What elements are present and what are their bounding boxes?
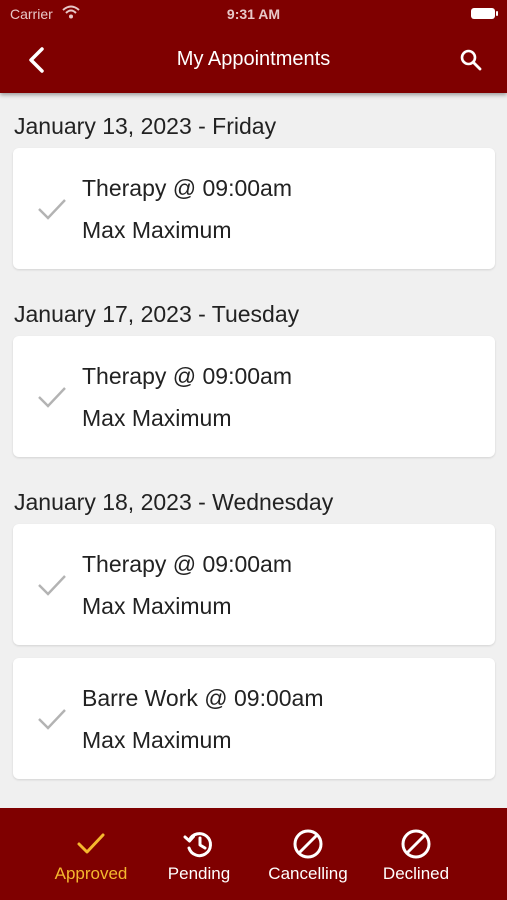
appointment-title: Therapy @ 09:00am xyxy=(82,175,293,201)
client-name: Max Maximum xyxy=(82,593,232,619)
page-title: My Appointments xyxy=(176,48,331,70)
tab-approved[interactable]: Approved xyxy=(36,808,146,900)
date-heading: January 13, 2023 - Friday xyxy=(14,113,277,139)
appointment-title: Therapy @ 09:00am xyxy=(82,363,293,389)
date-heading: January 18, 2023 - Wednesday xyxy=(14,489,334,515)
appointment-card[interactable]: Therapy @ 09:00am Max Maximum xyxy=(13,336,495,457)
tab-cancelling[interactable]: Cancelling xyxy=(253,808,363,900)
search-icon xyxy=(460,49,482,71)
app-header: Carrier 9:31 AM My Appointments xyxy=(0,0,507,93)
date-heading: January 17, 2023 - Tuesday xyxy=(14,301,300,327)
check-icon xyxy=(38,709,66,730)
block-icon xyxy=(293,829,323,859)
appointment-title: Therapy @ 09:00am xyxy=(82,551,293,577)
appointment-card[interactable]: Barre Work @ 09:00am Max Maximum xyxy=(13,658,495,779)
check-icon xyxy=(38,387,66,408)
status-clock: 9:31 AM xyxy=(226,6,281,22)
search-button[interactable] xyxy=(455,44,487,76)
client-name: Max Maximum xyxy=(82,405,232,431)
check-icon xyxy=(38,575,66,596)
tab-declined[interactable]: Declined xyxy=(361,808,471,900)
appointment-card[interactable]: Therapy @ 09:00am Max Maximum xyxy=(13,148,495,269)
appointment-list[interactable]: January 13, 2023 - Friday Therapy @ 09:0… xyxy=(0,93,507,808)
block-icon xyxy=(401,829,431,859)
tab-bar: Approved Pending Cancelling Declined xyxy=(0,808,507,900)
client-name: Max Maximum xyxy=(82,727,232,753)
battery-icon xyxy=(471,8,498,19)
tab-label: Declined xyxy=(382,864,450,883)
tab-label: Cancelling xyxy=(268,864,348,883)
history-icon xyxy=(183,832,212,858)
check-icon xyxy=(38,199,66,220)
tab-pending[interactable]: Pending xyxy=(144,808,254,900)
tab-label: Pending xyxy=(167,864,231,883)
status-bar: Carrier 9:31 AM xyxy=(0,0,507,28)
appointment-card[interactable]: Therapy @ 09:00am Max Maximum xyxy=(13,524,495,645)
appointment-title: Barre Work @ 09:00am xyxy=(82,685,324,711)
nav-bar: My Appointments xyxy=(0,28,507,93)
tab-label: Approved xyxy=(54,864,128,883)
client-name: Max Maximum xyxy=(82,217,232,243)
check-icon xyxy=(77,833,105,854)
